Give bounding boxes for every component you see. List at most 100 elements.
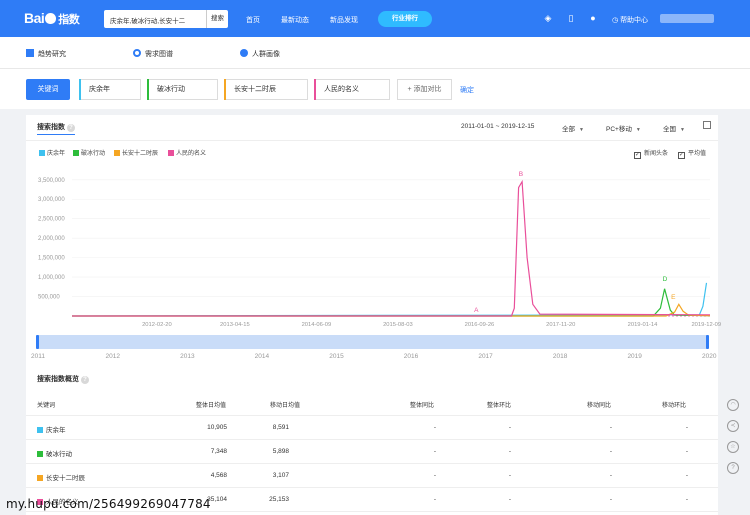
row-mom: - (508, 448, 511, 455)
trend-icon (26, 49, 34, 57)
row-mom: - (508, 496, 511, 503)
search-input[interactable]: 庆余年,破冰行动,长安十二 (110, 15, 204, 25)
table-row: 庆余年 10,905 8,591 - - - - (26, 416, 718, 440)
col-overall-avg: 整体日均值 (196, 403, 227, 409)
x-tick-label: 2013-04-15 (220, 322, 250, 328)
x-tick-label: 2019-12-09 (691, 322, 721, 328)
y-tick-label: 1,500,000 (38, 256, 65, 262)
table-row: 长安十二时辰 4,568 3,107 - - - - (26, 464, 718, 488)
search-box[interactable]: 庆余年,破冰行动,长安十二 搜索 (104, 10, 228, 28)
row-mobile: 5,898 (272, 448, 289, 455)
top-bar: Bai 指数 庆余年,破冰行动,长安十二 搜索 首页 最新动态 新品发现 行业排行… (0, 0, 750, 37)
phone-icon[interactable]: ▯ (566, 13, 576, 23)
chat-icon[interactable]: ● (588, 13, 598, 23)
user-account[interactable] (660, 14, 714, 23)
crowd-icon (240, 49, 248, 57)
keyword-color-bar (224, 79, 226, 100)
subnav-crowd[interactable]: 人群画像 (240, 49, 280, 59)
x-tick-label: 2016-09-26 (465, 322, 495, 328)
timeline-year-label: 2012 (106, 353, 121, 360)
timeline-year-label: 2018 (553, 353, 568, 360)
keyword-row: 关键词 庆余年 破冰行动 长安十二时辰 人民的名义 + 添加对比 确定 (0, 69, 750, 109)
help-label: 帮助中心 (620, 17, 649, 24)
row-keyword-name: 庆余年 (46, 427, 66, 434)
timeline-handle-left (36, 335, 39, 349)
x-tick-label: 2017-11-20 (546, 322, 575, 328)
row-yoy: - (433, 496, 436, 503)
row-keyword-name: 长安十二时辰 (46, 475, 85, 482)
keyword-item[interactable]: 庆余年 (79, 79, 141, 100)
star-icon[interactable]: ☆ (727, 441, 739, 453)
subnav-trend[interactable]: 趋势研究 (26, 49, 66, 59)
row-overall: 4,568 (210, 472, 227, 479)
question-icon[interactable]: ? (81, 376, 89, 384)
nav-new-products[interactable]: 新品发现 (330, 15, 358, 25)
help-icon: ◷ (612, 17, 621, 24)
event-marker: D (663, 276, 668, 283)
row-mom: - (508, 424, 511, 431)
subnav-trend-label: 趋势研究 (38, 51, 66, 58)
headset-icon[interactable]: ◠ (727, 399, 739, 411)
industry-ranking-label: 行业排行 (392, 15, 418, 22)
question-icon[interactable]: ? (727, 462, 739, 474)
keyword-color-bar (314, 79, 316, 100)
y-tick-label: 2,500,000 (38, 217, 65, 223)
row-mobile-mom: - (685, 496, 688, 503)
keyword-color-bar (147, 79, 149, 100)
row-mobile-yoy: - (609, 448, 612, 455)
row-yoy: - (433, 424, 436, 431)
row-mobile-mom: - (685, 448, 688, 455)
keyword-name: 人民的名义 (324, 86, 359, 93)
timeline-year-label: 2013 (180, 353, 195, 360)
timeline-year-label: 2017 (478, 353, 493, 360)
industry-ranking-button[interactable]: 行业排行 (378, 11, 432, 27)
x-tick-label: 2019-01-14 (628, 322, 658, 328)
col-mobile-yoy: 移动同比 (587, 403, 612, 409)
row-keyword: 破冰行动 (37, 448, 72, 458)
row-keyword-name: 破冰行动 (46, 451, 72, 458)
overview-title-text: 搜索指数概览 (37, 376, 79, 383)
x-tick-label: 2012-02-20 (142, 322, 172, 328)
timeline-range (37, 335, 708, 349)
row-mom: - (508, 472, 511, 479)
logo-text-bai: Bai (24, 10, 45, 26)
row-yoy: - (433, 472, 436, 479)
y-tick-label: 2,000,000 (38, 236, 65, 242)
search-button[interactable]: 搜索 (206, 10, 228, 28)
side-toolbar: ◠ ≺ ☆ ? (723, 390, 743, 483)
col-overall-mom: 整体环比 (487, 403, 512, 409)
diamond-icon[interactable]: ◈ (543, 13, 553, 23)
nav-latest[interactable]: 最新动态 (281, 15, 309, 25)
timeline-year-label: 2015 (329, 353, 344, 360)
y-tick-label: 3,500,000 (38, 178, 65, 184)
timeline-year-label: 2020 (702, 353, 717, 360)
search-index-chart[interactable]: 3,500,000 3,000,000 2,500,000 2,000,000 1,50… (26, 115, 721, 365)
logo-text-index: 指数 (58, 14, 80, 26)
keyword-item[interactable]: 破冰行动 (147, 79, 218, 100)
row-keyword: 庆余年 (37, 424, 66, 434)
event-marker: E (671, 294, 676, 301)
nav-home[interactable]: 首页 (246, 15, 260, 25)
event-marker: B (519, 171, 523, 178)
keyword-name: 破冰行动 (157, 86, 185, 93)
timeline-handle-right (706, 335, 709, 349)
row-overall: 7,348 (210, 448, 227, 455)
row-mobile: 8,591 (272, 424, 289, 431)
col-mobile-avg: 移动日均值 (270, 403, 301, 409)
baidu-index-logo[interactable]: Bai 指数 (24, 10, 80, 27)
keyword-item[interactable]: 人民的名义 (314, 79, 390, 100)
paw-icon (45, 13, 57, 24)
series-line (72, 288, 711, 317)
timeline-year-label: 2019 (627, 353, 642, 360)
keyword-name: 长安十二时辰 (234, 86, 276, 93)
subnav-crowd-label: 人群画像 (252, 51, 280, 58)
share-nodes-icon[interactable]: ≺ (727, 420, 739, 432)
help-center-link[interactable]: ◷ 帮助中心 (612, 15, 648, 25)
subnav-demand[interactable]: 需求图谱 (133, 49, 173, 59)
table-header: 关键词 整体日均值 移动日均值 整体同比 整体环比 移动同比 移动环比 (26, 394, 718, 416)
confirm-button[interactable]: 确定 (460, 85, 474, 95)
keyword-item[interactable]: 长安十二时辰 (224, 79, 308, 100)
y-tick-label: 3,000,000 (38, 197, 65, 203)
row-swatch (37, 427, 43, 433)
add-compare-button[interactable]: + 添加对比 (397, 79, 452, 100)
